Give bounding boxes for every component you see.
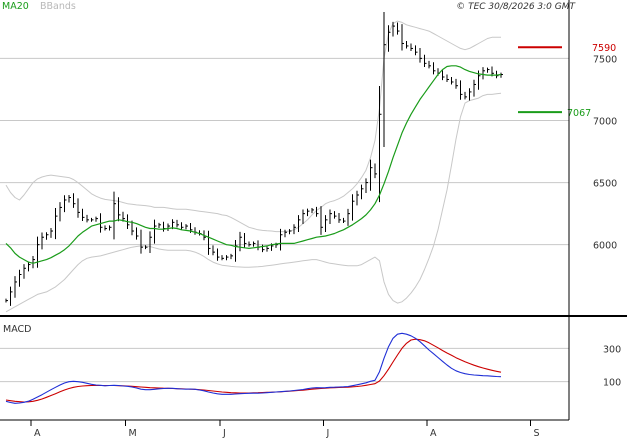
month-label: J	[222, 428, 226, 439]
macd-line	[5, 332, 502, 404]
chart-root: 7590 7067 6000 6500 7000 7500 100 300 A M J J A S MA…	[0, 0, 627, 440]
month-label: M	[129, 428, 137, 439]
resistance-level-label: 7590	[592, 43, 616, 54]
chart-svg: 7590 7067 6000 6500 7000 7500 100 300 A M J J A S MA…	[0, 0, 627, 439]
macd-series-layer	[5, 332, 502, 404]
month-label: J	[326, 428, 330, 439]
ma20-legend-label: MA20	[2, 1, 29, 12]
month-label: S	[534, 428, 540, 439]
price-series-layer	[5, 12, 503, 313]
macd-gridlines	[0, 347, 569, 383]
support-level-label: 7067	[567, 108, 591, 119]
price-tick-label-6500: 6500	[593, 179, 617, 190]
bb-lower-line	[5, 92, 502, 313]
month-label: A	[430, 428, 437, 439]
month-label: A	[34, 428, 41, 439]
macd-tick-label-100: 100	[603, 378, 621, 389]
macd-panel-title: MACD	[3, 324, 31, 335]
bb-upper-line	[5, 20, 501, 233]
price-tick-label-7500: 7500	[593, 54, 617, 65]
bbands-legend-label: BBands	[40, 1, 76, 12]
macd-tick-label-300: 300	[603, 344, 621, 355]
price-tick-label-7000: 7000	[593, 116, 617, 127]
copyright-label: © TEC 30/8/2026 3:0 GMT	[456, 2, 576, 12]
price-gridlines	[0, 57, 569, 246]
ma20-line	[5, 65, 502, 264]
price-tick-label-6000: 6000	[593, 241, 617, 252]
